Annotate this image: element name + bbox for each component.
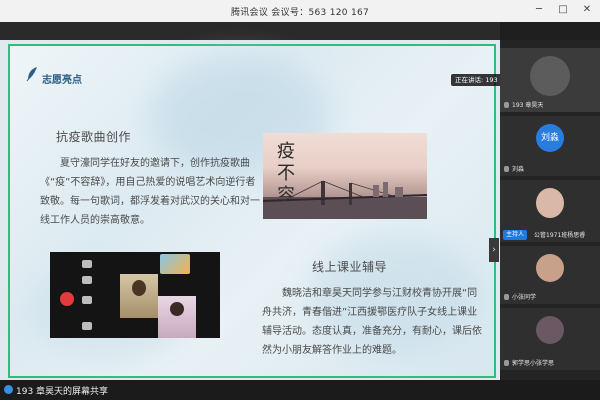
participant-tile[interactable]: 郭学思小张学思 <box>500 308 600 370</box>
bridge-skyline-image <box>263 180 427 219</box>
student-video <box>158 296 196 338</box>
participant-tile[interactable]: 193 章昊天 <box>500 48 600 112</box>
song-cover-image: 疫不容辞 <box>263 133 427 219</box>
mic-icon <box>504 360 509 366</box>
speaker-icon <box>82 296 92 304</box>
maximize-button[interactable]: □ <box>556 3 570 17</box>
minimize-button[interactable]: ─ <box>532 3 546 17</box>
end-call-icon <box>60 292 74 306</box>
participant-name: 小张同学 <box>512 294 537 301</box>
screen-icon <box>82 322 92 330</box>
host-badge: 主持人 <box>503 230 528 240</box>
mic-icon <box>82 276 92 284</box>
close-button[interactable]: ✕ <box>580 3 594 17</box>
shared-screen: 志愿亮点 抗疫歌曲创作 夏守濠同学在好友的邀请下，创作抗疫歌曲《“疫”不容辞》，… <box>0 40 500 380</box>
block2-heading: 线上课业辅导 <box>312 260 388 274</box>
screen-share-bar: 193 章昊天的屏幕共享 <box>0 380 600 400</box>
mic-icon <box>504 294 509 300</box>
section-title: 志愿亮点 <box>42 75 82 86</box>
window-titlebar: 腾讯会议 会议号：563 120 167 ─ □ ✕ <box>0 0 600 22</box>
share-status-icon <box>4 385 13 394</box>
sticker-image <box>160 254 190 274</box>
window-title: 腾讯会议 会议号：563 120 167 <box>230 8 370 18</box>
share-toolbar-strip <box>0 22 500 40</box>
presentation-slide: 志愿亮点 抗疫歌曲创作 夏守濠同学在好友的邀请下，创作抗疫歌曲《“疫”不容辞》，… <box>8 44 496 378</box>
share-label: 193 章昊天的屏幕共享 <box>16 387 109 397</box>
participant-panel: 193 章昊天 刘淼 刘淼 主持人 公管1971班杨思睿 小张同学 郭学思小张学… <box>500 40 600 380</box>
tutor-video <box>120 274 158 318</box>
avatar <box>536 316 564 344</box>
participant-name: 193 章昊天 <box>512 102 544 109</box>
avatar: 刘淼 <box>536 124 564 152</box>
participant-name: 公管1971班杨思睿 <box>534 232 586 239</box>
block1-heading: 抗疫歌曲创作 <box>56 130 132 144</box>
avatar <box>536 254 564 282</box>
participant-tile[interactable]: 小张同学 <box>500 246 600 304</box>
block2-body: 魏晓洁和章昊天同学参与江财校青协开展“同舟共济，青春偕进”江西援鄂医疗队子女线上… <box>262 288 482 356</box>
mic-icon <box>504 166 509 172</box>
participant-video <box>530 56 570 96</box>
avatar <box>536 188 564 218</box>
camera-icon <box>82 260 92 268</box>
leaf-logo-icon <box>26 67 37 82</box>
participant-name: 刘淼 <box>512 166 525 173</box>
collapse-panel-button[interactable]: › <box>489 238 499 262</box>
participant-tile[interactable]: 刘淼 刘淼 <box>500 116 600 176</box>
mic-icon <box>504 102 509 108</box>
block1-body: 夏守濠同学在好友的邀请下，创作抗疫歌曲《“疫”不容辞》，用自己热爱的说唱艺术向逆… <box>40 158 260 226</box>
participant-tile[interactable]: 主持人 公管1971班杨思睿 <box>500 180 600 242</box>
online-tutoring-screenshot <box>50 252 220 338</box>
participant-name: 郭学思小张学思 <box>512 360 555 367</box>
